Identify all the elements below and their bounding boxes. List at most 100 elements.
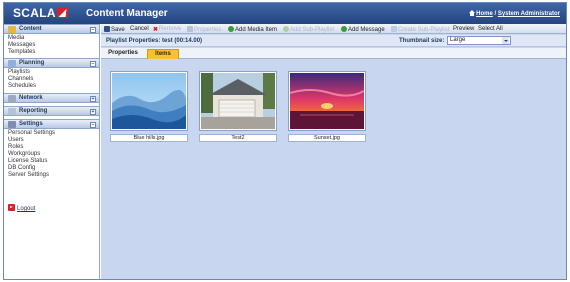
add-subplaylist-icon — [283, 25, 289, 32]
properties-icon — [187, 25, 193, 32]
sidebar-item-channels[interactable]: Channels — [8, 76, 99, 83]
media-item[interactable]: Sunset.jpg — [288, 71, 366, 142]
add-message-button[interactable]: Add Message — [341, 25, 385, 33]
preview-button[interactable]: Preview — [453, 26, 474, 32]
toolbar: Save Cancel ✖Remove Properties Add Media… — [101, 24, 566, 34]
app-window: SCALA Content Manager Home / System Admi… — [3, 2, 567, 280]
sidebar-item-license-status[interactable]: License Status — [8, 158, 99, 165]
media-item[interactable]: Blue hills.jpg — [110, 71, 188, 142]
app-header: SCALA Content Manager Home / System Admi… — [4, 3, 566, 24]
logout-label: Logout — [17, 206, 36, 212]
section-label: Network — [19, 95, 43, 101]
chevron-down-icon[interactable] — [502, 37, 509, 44]
blue-hills-image — [112, 73, 186, 129]
settings-icon — [8, 121, 16, 128]
thumbnail-size-select[interactable]: Large — [447, 36, 511, 45]
collapse-icon[interactable]: − — [90, 60, 96, 67]
add-message-icon — [341, 25, 347, 32]
thumbnail-image[interactable] — [199, 71, 277, 131]
sidebar-item-messages[interactable]: Messages — [8, 42, 99, 49]
thumbnail-image[interactable] — [288, 71, 366, 131]
sidebar-item-media[interactable]: Media — [8, 35, 99, 42]
logout-link[interactable]: Logout — [8, 204, 35, 212]
item-caption: Sunset.jpg — [288, 134, 366, 142]
link-separator: / — [494, 11, 497, 17]
house-image — [201, 73, 275, 129]
collapse-icon[interactable]: − — [90, 121, 96, 128]
sidebar-item-templates[interactable]: Templates — [8, 49, 99, 56]
add-media-label: Add Media Item — [235, 26, 278, 33]
home-link[interactable]: Home — [476, 11, 493, 17]
settings-items: Personal Settings Users Roles Workgroups… — [4, 129, 99, 181]
sidebar-item-roles[interactable]: Roles — [8, 144, 99, 151]
thumbnail-size-value: Large — [450, 37, 466, 43]
thumbnail-size-label: Thumbnail size: — [399, 38, 445, 44]
user-link[interactable]: System Administrator — [498, 11, 560, 17]
section-content[interactable]: Content − — [4, 24, 99, 34]
section-settings[interactable]: Settings − — [4, 119, 99, 129]
scala-logo: SCALA — [13, 6, 68, 20]
cancel-button[interactable]: Cancel — [130, 26, 149, 32]
sidebar-item-server-settings[interactable]: Server Settings — [8, 172, 99, 179]
sidebar: Content − Media Messages Templates Plann… — [4, 24, 100, 279]
sidebar-item-playlists[interactable]: Playlists — [8, 69, 99, 76]
remove-button[interactable]: ✖Remove — [153, 25, 182, 33]
planning-items: Playlists Channels Schedules — [4, 68, 99, 92]
items-grid: Blue hills.jpg Test2 Sunset.jpg — [101, 60, 566, 279]
sidebar-item-schedules[interactable]: Schedules — [8, 83, 99, 90]
sidebar-item-workgroups[interactable]: Workgroups — [8, 151, 99, 158]
playlist-title: Playlist Properties: test (00:14.00) — [106, 38, 203, 44]
expand-icon[interactable]: + — [90, 95, 96, 102]
section-label: Planning — [19, 60, 45, 66]
select-all-button[interactable]: Select All — [478, 26, 503, 32]
add-subplaylist-label: Add Sub-Playlist — [290, 26, 335, 33]
section-label: Settings — [19, 121, 43, 127]
sidebar-item-users[interactable]: Users — [8, 137, 99, 144]
add-media-icon — [228, 25, 234, 32]
item-caption: Test2 — [199, 134, 277, 142]
logo-text: SCALA — [13, 6, 56, 20]
thumbnail-image[interactable] — [110, 71, 188, 131]
logo-mark-icon — [56, 8, 68, 18]
create-subplaylist-icon — [391, 25, 397, 32]
playlist-properties-bar: Playlist Properties: test (00:14.00) Thu… — [101, 35, 566, 47]
section-planning[interactable]: Planning − — [4, 58, 99, 68]
content-items: Media Messages Templates — [4, 34, 99, 58]
save-icon — [104, 25, 110, 32]
section-label: Content — [19, 26, 42, 32]
properties-button[interactable]: Properties — [187, 25, 222, 33]
remove-label: Remove — [159, 25, 182, 32]
preview-label: Preview — [453, 25, 475, 32]
section-label: Reporting — [19, 108, 48, 114]
sidebar-item-db-config[interactable]: DB Config — [8, 165, 99, 172]
remove-icon: ✖ — [153, 26, 159, 33]
sunset-image — [290, 73, 364, 129]
section-network[interactable]: Network + — [4, 93, 99, 103]
cancel-label: Cancel — [130, 25, 149, 32]
collapse-icon[interactable]: − — [90, 26, 96, 33]
content-icon — [8, 26, 16, 33]
item-caption: Blue hills.jpg — [110, 134, 188, 142]
save-button[interactable]: Save — [104, 25, 125, 33]
reporting-icon — [8, 108, 16, 115]
save-label: Save — [111, 26, 125, 33]
home-icon[interactable] — [469, 10, 476, 16]
network-icon — [8, 95, 16, 102]
tab-bar: Properties Items — [101, 48, 566, 59]
logout-icon — [8, 204, 15, 211]
main-panel: Save Cancel ✖Remove Properties Add Media… — [101, 24, 566, 279]
create-subplaylist-button[interactable]: Create Sub-Playlist — [391, 25, 450, 33]
add-subplaylist-button[interactable]: Add Sub-Playlist — [283, 25, 335, 33]
add-message-label: Add Message — [348, 26, 385, 33]
product-title: Content Manager — [86, 8, 168, 19]
tab-properties[interactable]: Properties — [105, 49, 141, 59]
expand-icon[interactable]: + — [90, 108, 96, 115]
create-subplaylist-label: Create Sub-Playlist — [398, 26, 450, 33]
tab-items[interactable]: Items — [147, 49, 179, 59]
media-item[interactable]: Test2 — [199, 71, 277, 142]
properties-label: Properties — [194, 26, 222, 33]
add-media-button[interactable]: Add Media Item — [228, 25, 278, 33]
planning-icon — [8, 60, 16, 67]
section-reporting[interactable]: Reporting + — [4, 106, 99, 116]
sidebar-item-personal-settings[interactable]: Personal Settings — [8, 130, 99, 137]
